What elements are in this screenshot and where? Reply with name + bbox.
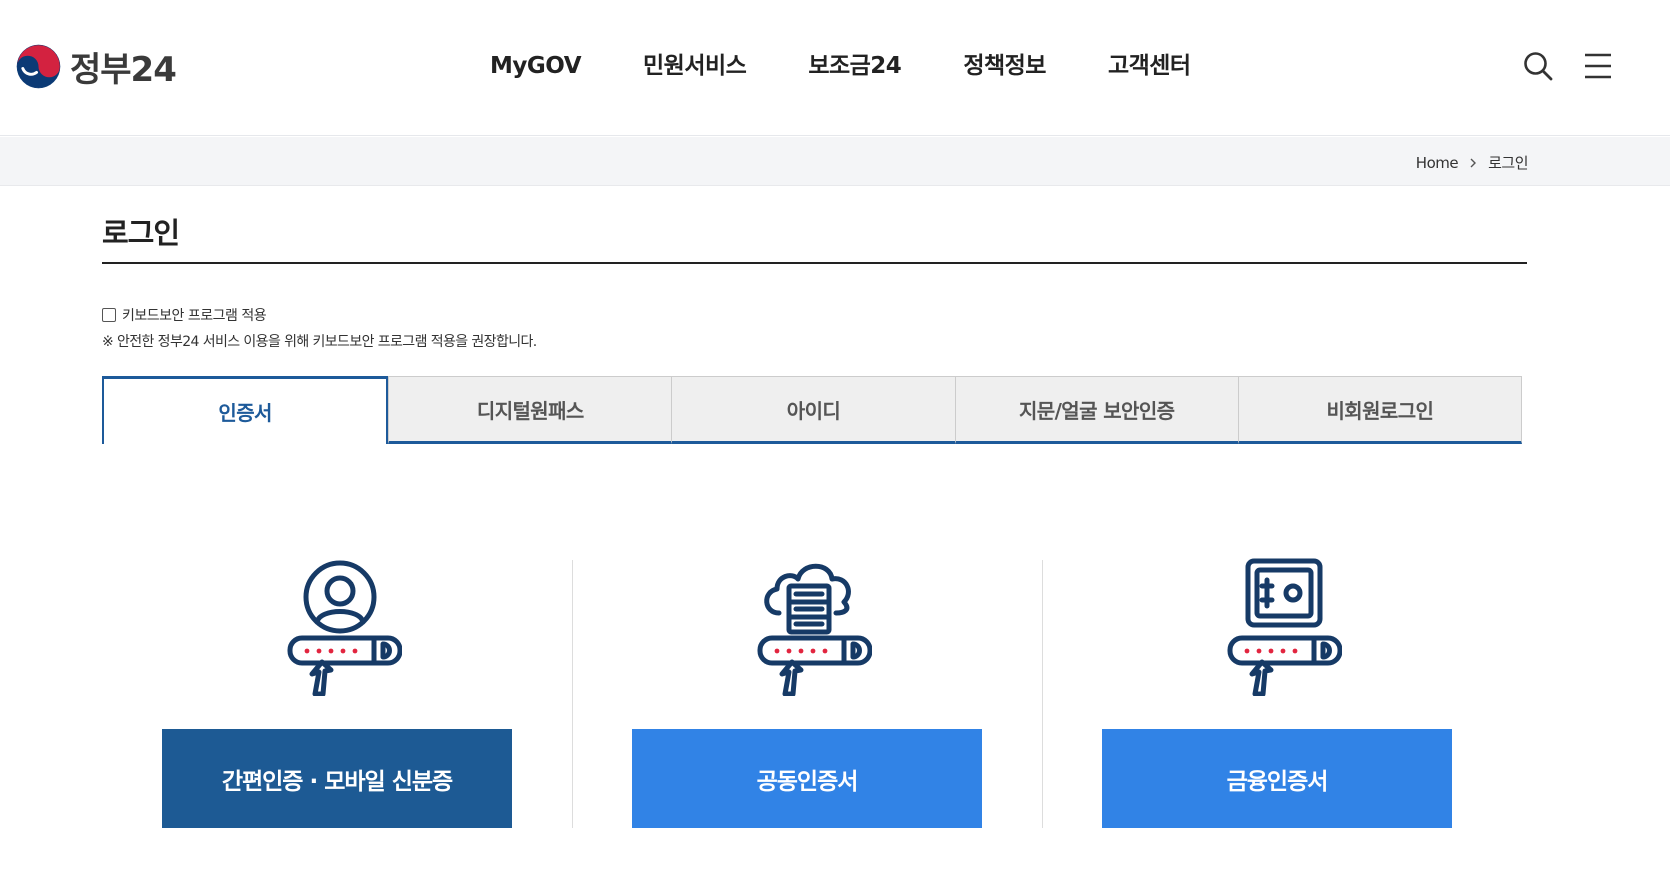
search-icon[interactable] [1522,50,1554,82]
financial-certificate-card: 금융인증서 [1042,558,1512,828]
breadcrumb-current: 로그인 [1488,154,1528,172]
user-password-icon [287,560,402,696]
nav-item-customer-center[interactable]: 고객센터 [1108,46,1191,86]
breadcrumb-home[interactable]: Home [1416,154,1459,172]
breadcrumb-bar: Home 로그인 [0,137,1670,186]
tab-id[interactable]: 아이디 [671,376,955,444]
keyboard-security-label[interactable]: 키보드보안 프로그램 적용 [122,305,267,325]
nav-item-policy-info[interactable]: 정책정보 [963,46,1046,86]
chevron-right-icon [1470,158,1477,167]
site-header: 정부24 MyGOV 민원서비스 보조금24 정책정보 고객센터 [0,0,1670,136]
page-title: 로그인 [102,216,180,250]
tab-certificate[interactable]: 인증서 [102,376,389,444]
nav-item-mygov[interactable]: MyGOV [490,46,582,86]
simple-auth-card: 간편인증 · 모바일 신분증 [102,558,572,828]
safe-password-icon [1227,558,1342,696]
keyboard-security-option: 키보드보안 프로그램 적용 [102,305,267,325]
financial-certificate-button[interactable]: 금융인증서 [1102,729,1452,828]
taegeuk-logo-icon [16,44,61,89]
joint-certificate-card: 공동인증서 [572,558,1042,828]
tab-digital-onepass[interactable]: 디지털원패스 [388,376,672,444]
keyboard-security-note: ※ 안전한 정부24 서비스 이용을 위해 키보드보안 프로그램 적용을 권장합… [102,334,537,350]
simple-auth-button[interactable]: 간편인증 · 모바일 신분증 [162,729,512,828]
login-method-tabs: 인증서 디지털원패스 아이디 지문/얼굴 보안인증 비회원로그인 [102,376,1523,444]
gov24-logo[interactable]: 정부24 [15,43,177,90]
breadcrumb: Home 로그인 [1416,152,1529,173]
title-divider [102,262,1527,264]
joint-certificate-button[interactable]: 공동인증서 [632,729,982,828]
logo-text: 정부24 [70,50,177,90]
nav-item-subsidy24[interactable]: 보조금24 [808,46,902,86]
certificate-login-options: 간편인증 · 모바일 신분증 공동인증서 금융인증서 [102,558,1522,828]
nav-item-civil-service[interactable]: 민원서비스 [643,46,747,86]
menu-icon[interactable] [1584,52,1612,80]
tab-non-member[interactable]: 비회원로그인 [1237,376,1523,444]
cloud-server-password-icon [757,563,872,696]
tab-biometric[interactable]: 지문/얼굴 보안인증 [954,376,1238,444]
keyboard-security-checkbox[interactable] [102,308,116,322]
main-nav: MyGOV 민원서비스 보조금24 정책정보 고객센터 [490,46,1253,86]
